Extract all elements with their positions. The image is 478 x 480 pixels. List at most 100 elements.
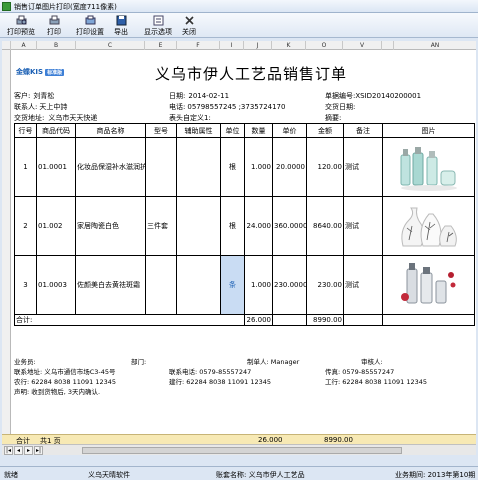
cosmetic-bottles-image (397, 259, 461, 311)
title-bar: 销售订单图片打印(宽度711像素) (0, 0, 478, 13)
delivery-address-field: 交货地址: 义乌市天天快递 (14, 114, 98, 122)
item-name[interactable]: 佐颜美白去黄祛斑霜 (75, 255, 146, 315)
item-qty[interactable]: 24.000 (244, 196, 273, 256)
ceramic-vases-image (397, 200, 461, 252)
item-model[interactable] (145, 255, 177, 315)
custom-header-field: 表头自定义1: (169, 114, 211, 122)
header-image: 图片 (382, 123, 475, 138)
item-unit-selected[interactable]: 条 (220, 255, 245, 315)
header-note: 备注 (343, 123, 383, 138)
item-note[interactable]: 测试 (343, 137, 383, 197)
column-header[interactable]: C (76, 41, 145, 50)
item-qty[interactable]: 1.000 (244, 137, 273, 197)
column-header[interactable]: A (11, 41, 37, 50)
print-button[interactable]: 打印 (43, 14, 65, 37)
department-field: 部门: (131, 358, 147, 366)
item-image-cell[interactable] (382, 137, 475, 197)
column-header[interactable]: E (145, 41, 177, 50)
scroll-last-icon[interactable]: ▸| (34, 446, 43, 455)
status-period: 业务期间: 2013年第10期 (395, 471, 476, 479)
scroll-thumb[interactable] (82, 447, 402, 454)
app-icon (2, 2, 11, 11)
header-code: 商品代码 (36, 123, 76, 138)
print-preview-button[interactable]: 打印预览 (4, 14, 38, 37)
header-unit: 单位 (220, 123, 245, 138)
row-no[interactable]: 3 (14, 255, 37, 315)
kis-logo: 金蝶KIS 标准版 (16, 68, 65, 76)
item-attr[interactable] (176, 137, 221, 197)
item-model[interactable] (145, 137, 177, 197)
column-header[interactable]: J (244, 41, 272, 50)
item-qty[interactable]: 1.000 (244, 255, 273, 315)
item-code[interactable]: 01.0001 (36, 137, 76, 197)
horizontal-scrollbar[interactable]: |◂ ◂ ▸ ▸| (2, 444, 476, 455)
column-header[interactable]: AN (394, 41, 476, 50)
item-price[interactable]: 230.0000 (272, 255, 307, 315)
column-header[interactable]: F (177, 41, 220, 50)
total-note-empty (343, 314, 383, 326)
column-header[interactable]: I (220, 41, 244, 50)
item-note[interactable]: 测试 (343, 255, 383, 315)
document-title: 义乌市伊人工艺品销售订单 (154, 65, 347, 83)
item-amount[interactable]: 230.00 (306, 255, 344, 315)
item-image-cell[interactable] (382, 255, 475, 315)
skincare-set-image (397, 141, 461, 193)
summary-bar: 合计 共1 页 26.000 8990.00 (2, 434, 476, 445)
item-name[interactable]: 化妆品保湿补水滋润护肤四件套 (75, 137, 146, 197)
item-unit[interactable]: 根 (220, 196, 245, 256)
item-note[interactable]: 测试 (343, 196, 383, 256)
item-name[interactable]: 家居陶瓷白色 (75, 196, 146, 256)
auditor-field: 审核人: (361, 358, 383, 366)
header-amount: 金额 (306, 123, 344, 138)
print-settings-button[interactable]: 打印设置 (73, 14, 107, 37)
display-options-button[interactable]: 显示选项 (140, 14, 176, 37)
scroll-left-icon[interactable]: ◂ (14, 446, 23, 455)
corner-cell (2, 41, 11, 50)
export-button[interactable]: 导出 (111, 14, 131, 37)
status-bar: 就绪 义乌天晴软件 账套名称: 义乌市伊人工艺品 业务期间: 2013年第10期 (0, 466, 478, 480)
total-label: 合计: (14, 314, 245, 326)
summary-amount: 8990.00 (324, 436, 353, 444)
item-image-cell[interactable] (382, 196, 475, 256)
row-no[interactable]: 1 (14, 137, 37, 197)
row-no[interactable]: 2 (14, 196, 37, 256)
table-row[interactable]: 1 01.0001 化妆品保湿补水滋润护肤四件套 根 1.000 20.0000… (14, 137, 475, 197)
item-code[interactable]: 01.0003 (36, 255, 76, 315)
print-preview-label: 打印预览 (7, 28, 35, 36)
ccb-field: 建行: 62284 8038 11091 12345 (169, 378, 272, 386)
summary-field: 摘要: (325, 114, 342, 122)
printer-icon (49, 15, 59, 25)
item-attr[interactable] (176, 255, 221, 315)
summary-qty: 26.000 (258, 436, 283, 444)
column-header[interactable]: K (272, 41, 306, 50)
close-icon (184, 16, 194, 25)
scroll-right-icon[interactable]: ▸ (24, 446, 33, 455)
contact-phone-field: 联系电话: 0579-85557247 (169, 368, 252, 376)
table-total-row: 合计: 26.000 8990.00 (14, 314, 475, 326)
column-header[interactable]: B (37, 41, 76, 50)
column-header[interactable]: V (343, 41, 382, 50)
column-header[interactable]: O (306, 41, 343, 50)
item-model[interactable]: 三件套 (145, 196, 177, 256)
item-unit[interactable]: 根 (220, 137, 245, 197)
close-button[interactable]: 关闭 (178, 14, 200, 37)
header-attr: 辅助属性 (176, 123, 221, 138)
table-row[interactable]: 2 01.002 家居陶瓷白色 三件套 根 24.000 360.0000 86… (14, 196, 475, 256)
order-sheet: 金蝶KIS 标准版 义乌市伊人工艺品销售订单 客户: 刘青松 日期: 2014-02-… (11, 50, 476, 434)
print-preview-icon (16, 15, 26, 25)
item-amount[interactable]: 120.00 (306, 137, 344, 197)
item-attr[interactable] (176, 196, 221, 256)
table-row[interactable]: 3 01.0003 佐颜美白去黄祛斑霜 条 1.000 230.0000 230… (14, 255, 475, 315)
header-price: 单价 (272, 123, 307, 138)
item-amount[interactable]: 8640.00 (306, 196, 344, 256)
row-header-bar (2, 50, 11, 434)
icbc-field: 工行: 62284 8038 11091 12345 (325, 378, 428, 386)
print-settings-label: 打印设置 (76, 28, 104, 36)
column-header[interactable] (382, 41, 394, 50)
scroll-first-icon[interactable]: |◂ (4, 446, 13, 455)
total-qty: 26.000 (244, 314, 273, 326)
item-price[interactable]: 20.0000 (272, 137, 307, 197)
item-price[interactable]: 360.0000 (272, 196, 307, 256)
display-options-icon (153, 15, 163, 26)
item-code[interactable]: 01.002 (36, 196, 76, 256)
